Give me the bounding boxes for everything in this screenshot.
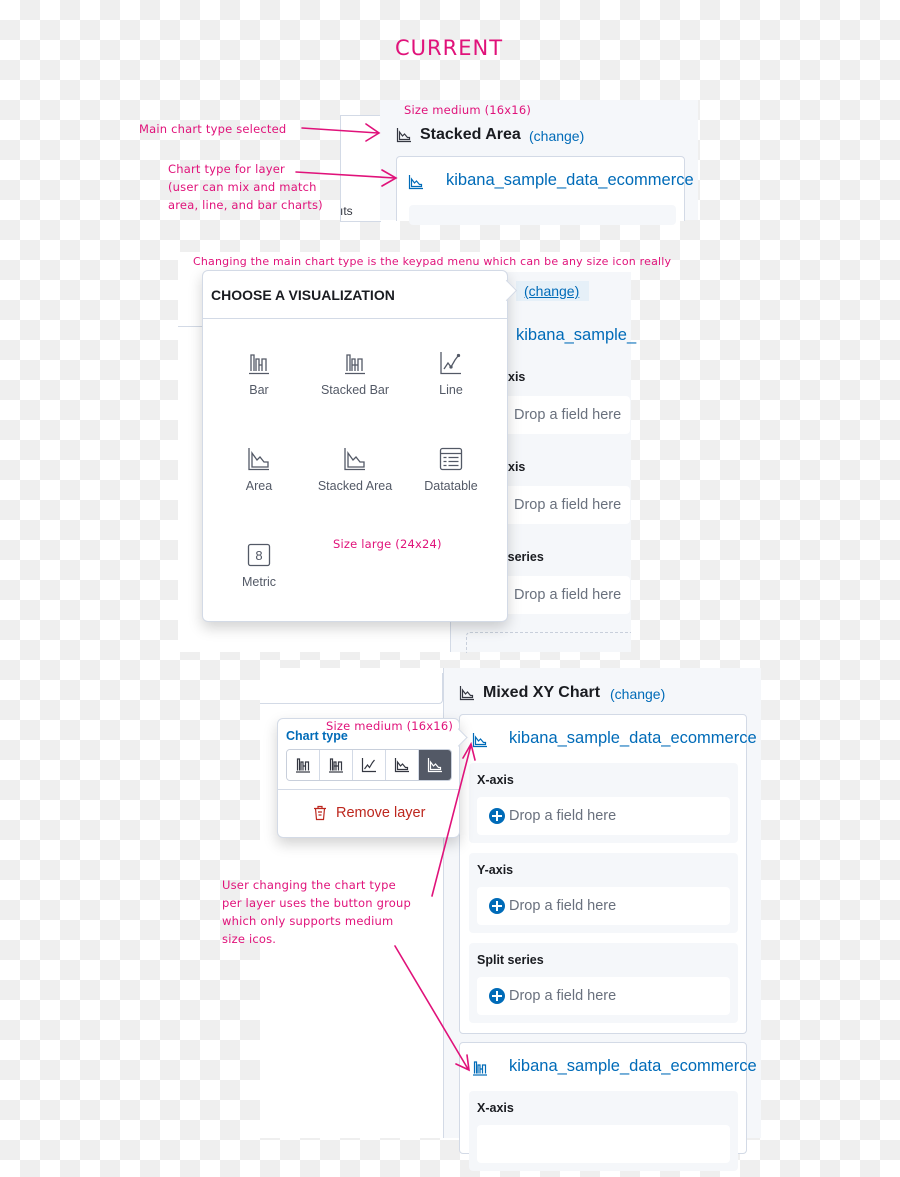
chart-type-button-line[interactable] bbox=[353, 750, 386, 780]
drop-zone[interactable] bbox=[477, 1125, 730, 1163]
svg-text:8: 8 bbox=[255, 548, 262, 563]
chart-type-button-stacked-bar[interactable] bbox=[320, 750, 353, 780]
left-panel-3 bbox=[260, 673, 443, 704]
dimension-group-x: X-axis bbox=[469, 1091, 738, 1171]
layer-title-truncated[interactable]: kibana_sample_ bbox=[516, 326, 636, 345]
change-chart-type-link[interactable]: (change) bbox=[529, 128, 584, 144]
vis-option-area[interactable]: Area bbox=[211, 447, 307, 493]
annotation-keypad-menu: Changing the main chart type is the keyp… bbox=[193, 255, 672, 268]
change-chart-type-link[interactable]: (change) bbox=[610, 686, 665, 702]
vis-option-stacked-bar[interactable]: Stacked Bar bbox=[307, 351, 403, 397]
stacked-bar-chart-icon bbox=[345, 354, 365, 375]
drop-zone[interactable]: Drop a field here bbox=[477, 797, 730, 835]
popover-title: CHOOSE A VISUALIZATION bbox=[211, 287, 395, 303]
chart-type-button-bar[interactable] bbox=[287, 750, 320, 780]
annotation-layer-chart-type: Chart type for layer (user can mix and m… bbox=[168, 162, 323, 212]
layer-title[interactable]: kibana_sample_data_ecommerce bbox=[509, 729, 757, 748]
trash-icon bbox=[314, 805, 326, 821]
chart-type-title: Mixed XY Chart bbox=[483, 684, 601, 701]
add-layer-button[interactable] bbox=[466, 632, 631, 653]
change-chart-type-link-active[interactable]: (change) bbox=[516, 281, 590, 301]
bar-chart-icon bbox=[296, 758, 310, 773]
left-panel-1-partial-text: ıts bbox=[340, 204, 353, 218]
area-chart-icon bbox=[396, 127, 412, 148]
popover-divider bbox=[203, 318, 507, 319]
remove-layer-button[interactable]: Remove layer bbox=[312, 805, 425, 821]
drop-zone[interactable]: Drop a field here bbox=[477, 977, 730, 1015]
layer-title[interactable]: kibana_sample_data_ecommerce bbox=[446, 171, 694, 190]
dimension-group-x: X-axis Drop a field here bbox=[469, 763, 738, 843]
layer-bar-chart-icon[interactable] bbox=[472, 1060, 488, 1081]
annotation-size-medium-1: Size medium (16x16) bbox=[404, 103, 532, 117]
layer-group bbox=[409, 205, 676, 225]
chart-type-title: Stacked Area bbox=[420, 126, 521, 143]
chart-type-button-group bbox=[286, 749, 452, 781]
annotation-button-group: User changing the chart type per layer u… bbox=[222, 878, 411, 946]
annotation-size-large: Size large (24x24) bbox=[333, 537, 442, 551]
layer-title[interactable]: kibana_sample_data_ecommerce bbox=[509, 1057, 757, 1076]
stacked-bar-chart-icon bbox=[329, 758, 343, 773]
layer-area-chart-icon[interactable] bbox=[472, 732, 488, 753]
add-icon bbox=[489, 898, 505, 914]
vis-option-bar[interactable]: Bar bbox=[211, 351, 307, 397]
layer-settings-popover: Chart type Remove layer bbox=[277, 718, 468, 838]
dimension-group-y: Y-axis Drop a field here bbox=[469, 853, 738, 933]
area-chart-icon bbox=[394, 758, 409, 773]
layer-area-chart-icon[interactable] bbox=[408, 174, 424, 195]
line-chart-icon bbox=[361, 758, 376, 773]
page-heading: CURRENT bbox=[395, 36, 504, 60]
vis-option-stacked-area[interactable]: Stacked Area bbox=[307, 447, 403, 493]
annotation-main-chart-type: Main chart type selected bbox=[139, 122, 287, 136]
datatable-icon bbox=[439, 447, 463, 471]
dimension-group-split: Split series Drop a field here bbox=[469, 943, 738, 1023]
vis-option-metric[interactable]: 8 Metric bbox=[211, 543, 307, 589]
add-icon bbox=[489, 988, 505, 1004]
popover-divider bbox=[278, 789, 459, 790]
add-icon bbox=[489, 808, 505, 824]
vis-option-datatable[interactable]: Datatable bbox=[403, 447, 499, 493]
layer-panel: X-axis Drop a field here Y-axis Drop a f… bbox=[459, 714, 747, 1034]
vis-option-line[interactable]: Line bbox=[403, 351, 499, 397]
visualization-popover: CHOOSE A VISUALIZATION Bar Stacked Bar L… bbox=[202, 270, 518, 622]
area-chart-icon bbox=[459, 685, 475, 706]
metric-icon: 8 bbox=[247, 543, 271, 567]
area-chart-icon bbox=[248, 448, 269, 471]
bar-chart-icon bbox=[249, 354, 269, 375]
line-chart-icon bbox=[440, 352, 461, 375]
annotation-size-medium-2: Size medium (16x16) bbox=[326, 719, 454, 733]
stacked-area-chart-icon bbox=[344, 448, 365, 471]
drop-zone[interactable]: Drop a field here bbox=[477, 887, 730, 925]
stacked-area-chart-icon bbox=[427, 758, 442, 773]
chart-type-button-area[interactable] bbox=[386, 750, 419, 780]
chart-type-button-stacked-area[interactable] bbox=[419, 750, 451, 780]
